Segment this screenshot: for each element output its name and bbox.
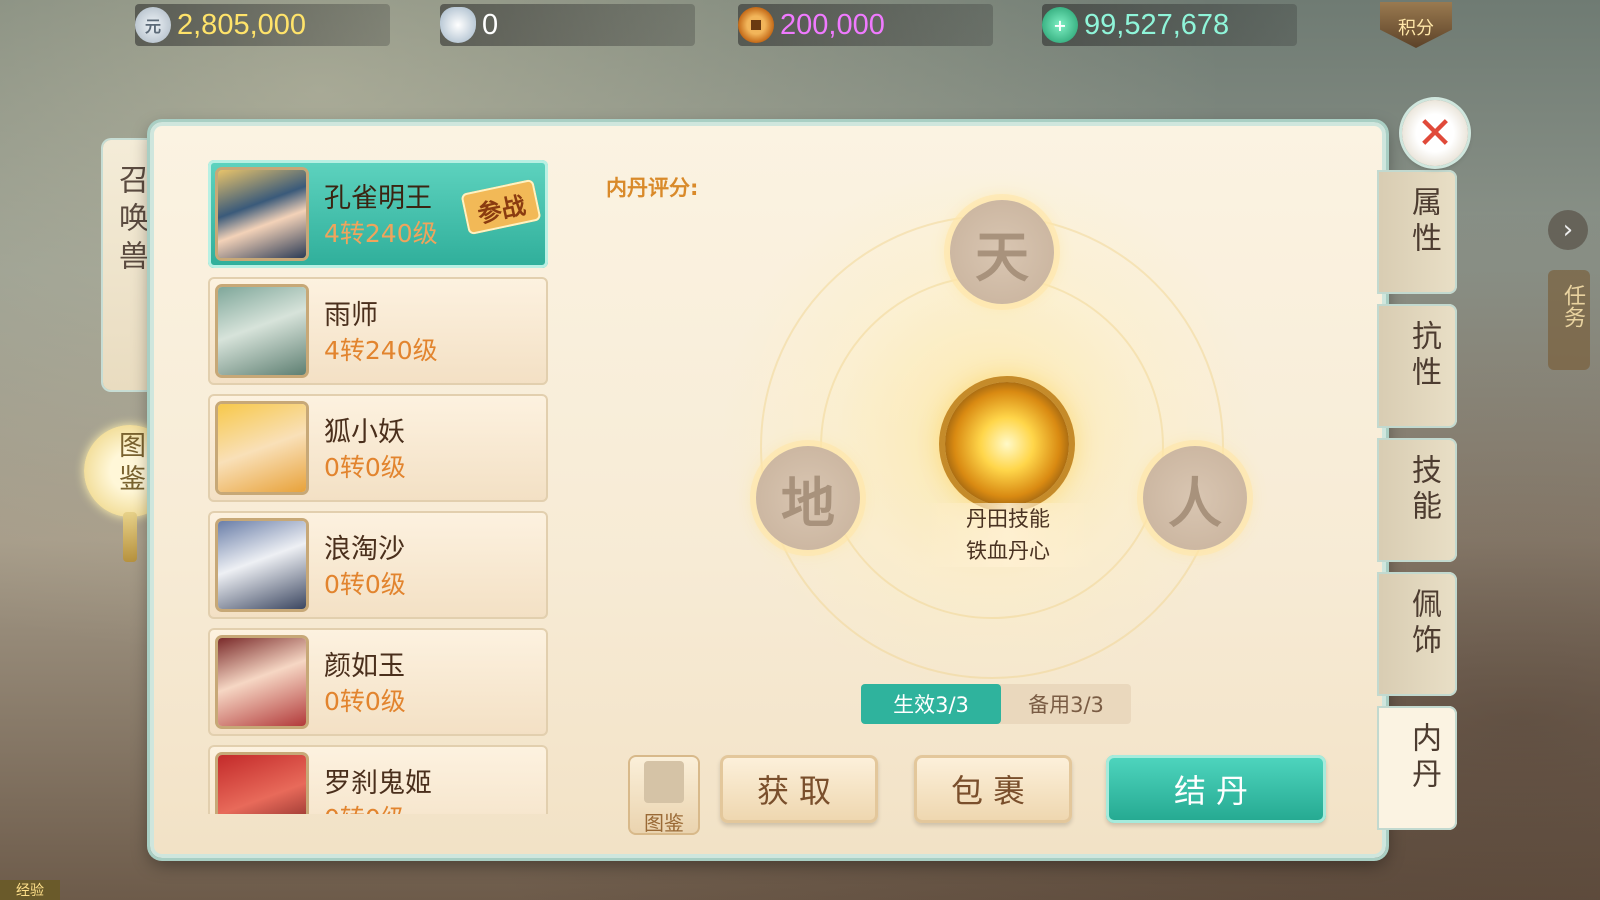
elixir-set-toggle[interactable]: 生效3/3 备用3/3 [861, 684, 1131, 724]
dantian-core-orb[interactable] [945, 382, 1069, 506]
silver-ingot-icon [440, 7, 476, 43]
jade-add-icon[interactable]: + [1042, 7, 1078, 43]
pet-avatar [218, 638, 306, 726]
chevron-right-icon[interactable]: › [1548, 210, 1588, 250]
pet-avatar [218, 287, 306, 375]
slot-earth[interactable]: 地 [756, 446, 860, 550]
bag-button[interactable]: 包裹 [914, 755, 1072, 823]
pet-level: 4转240级 [324, 336, 438, 365]
pet-level: 4转240级 [324, 219, 438, 248]
summon-beast-label: 召唤兽 [113, 164, 148, 278]
currency-silver: 元 2,805,000 [135, 4, 390, 46]
pet-level: 0转0级 [324, 799, 406, 814]
dantian-caption: 丹田技能 铁血丹心 [920, 503, 1096, 567]
obtain-button[interactable]: 获取 [720, 755, 878, 823]
slot-human[interactable]: 人 [1143, 446, 1247, 550]
book-icon [644, 761, 684, 803]
silver-coin-icon: 元 [135, 7, 171, 43]
pet-list-item[interactable]: 狐小妖 0转0级 [208, 394, 548, 502]
currency-value: 2,805,000 [177, 8, 307, 41]
tab-label: 佩饰 [1406, 588, 1441, 660]
tab-label: 技能 [1406, 454, 1441, 526]
tab-accessories[interactable]: 佩饰 [1377, 572, 1457, 696]
pet-list-item[interactable]: 浪淘沙 0转0级 [208, 511, 548, 619]
tassel-ornament [123, 512, 137, 562]
pet-list[interactable]: 孔雀明王 4转240级 参战 雨师 4转240级 狐小妖 0转0级 浪淘沙 0转… [208, 160, 548, 814]
pet-name: 罗刹鬼姬 [324, 768, 432, 799]
currency-value: 200,000 [780, 8, 885, 41]
task-side-tab[interactable]: 任务 [1548, 270, 1590, 370]
pet-list-item[interactable]: 罗刹鬼姬 0转0级 [208, 745, 548, 814]
pet-name: 浪淘沙 [324, 534, 405, 565]
forge-elixir-button[interactable]: 结丹 [1106, 755, 1326, 823]
tab-label: 内丹 [1406, 722, 1441, 794]
slot-heaven[interactable]: 天 [950, 200, 1054, 304]
currency-bar: 元 2,805,000 0 200,000 + 99,527,678 积分 [0, 0, 1600, 52]
exp-label: 经验 [0, 880, 60, 900]
pet-level: 0转0级 [324, 453, 406, 482]
tujian-orb-label: 图鉴 [114, 431, 145, 497]
tab-backup-set[interactable]: 备用3/3 [1001, 684, 1131, 724]
pet-list-item[interactable]: 雨师 4转240级 [208, 277, 548, 385]
dantian-skill-title: 丹田技能 [966, 507, 1050, 531]
currency-value: 0 [482, 8, 499, 41]
pet-level: 0转0级 [324, 687, 406, 716]
currency-ingot: 0 [440, 4, 695, 46]
currency-copper: 200,000 [738, 4, 993, 46]
copper-coin-icon [738, 7, 774, 43]
tab-inner-elixir[interactable]: 内丹 [1377, 706, 1457, 830]
pet-avatar [218, 755, 306, 814]
tab-resistance[interactable]: 抗性 [1377, 304, 1457, 428]
pet-avatar [218, 404, 306, 492]
battle-tag: 参战 [460, 178, 542, 236]
pet-level: 0转0级 [324, 570, 406, 599]
pet-name: 狐小妖 [324, 417, 405, 448]
tab-attributes[interactable]: 属性 [1377, 170, 1457, 294]
score-badge-button[interactable]: 积分 [1380, 2, 1452, 48]
close-button[interactable]: ✕ [1402, 100, 1468, 166]
pet-list-item[interactable]: 孔雀明王 4转240级 参战 [208, 160, 548, 268]
pet-avatar [218, 521, 306, 609]
pet-avatar [218, 170, 306, 258]
dantian-skill-name: 铁血丹心 [966, 539, 1050, 563]
tujian-button[interactable]: 图鉴 [628, 755, 700, 835]
pet-list-item[interactable]: 颜如玉 0转0级 [208, 628, 548, 736]
currency-value: 99,527,678 [1084, 8, 1230, 41]
tab-label: 抗性 [1406, 320, 1441, 392]
tab-active-set[interactable]: 生效3/3 [861, 684, 1001, 724]
summon-beast-title: 召唤兽 [103, 140, 157, 390]
pet-name: 雨师 [324, 300, 378, 331]
currency-jade[interactable]: + 99,527,678 [1042, 4, 1297, 46]
tujian-button-label: 图鉴 [644, 811, 684, 835]
elixir-score-label: 内丹评分: [606, 176, 699, 200]
pet-name: 孔雀明王 [324, 183, 432, 214]
pet-name: 颜如玉 [324, 651, 405, 682]
tab-label: 属性 [1406, 186, 1441, 258]
task-tab-label: 任务 [1560, 284, 1585, 328]
tab-skills[interactable]: 技能 [1377, 438, 1457, 562]
